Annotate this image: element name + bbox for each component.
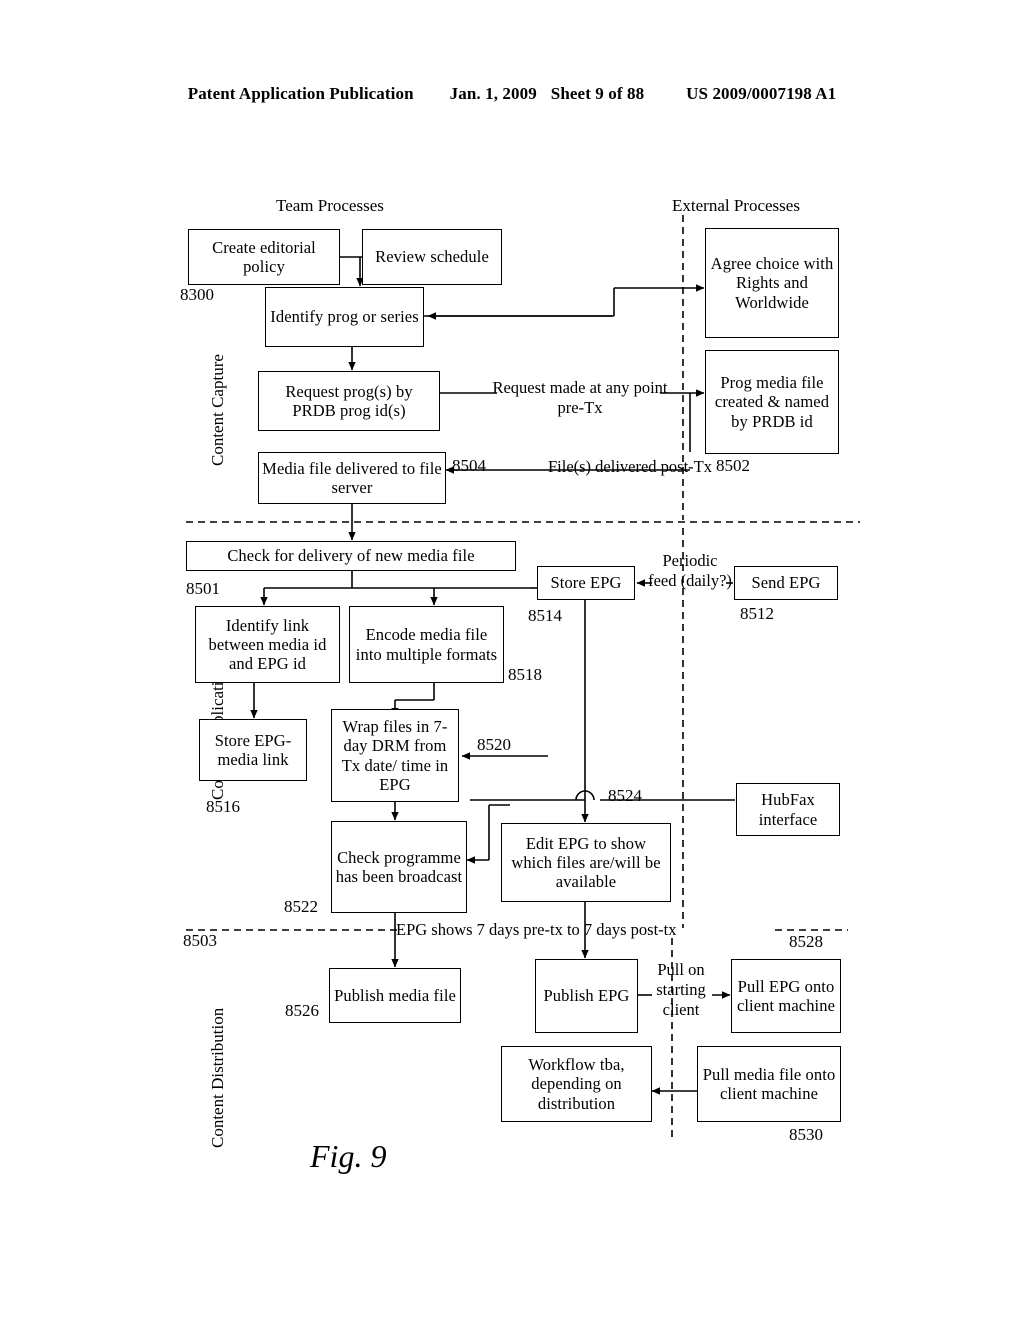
box-media-file-delivered[interactable]: Media file delivered to file server xyxy=(258,452,446,504)
flowchart-connectors xyxy=(186,215,860,1140)
ref-numeral-8503: 8503 xyxy=(183,931,217,950)
box-store-epg[interactable]: Store EPG xyxy=(537,566,635,600)
box-check-programme-broadcast[interactable]: Check programme has been broadcast xyxy=(331,821,467,913)
swimlane-label-content-distribution: Content Distribution xyxy=(208,1007,227,1148)
edge-label-epg-shows-7-days: EPG shows 7 days pre-tx to 7 days post-t… xyxy=(396,920,677,939)
heading-team-processes: Team Processes xyxy=(276,196,384,215)
ref-numeral-8518: 8518 xyxy=(508,665,542,684)
box-create-editorial-policy[interactable]: Create editorial policy xyxy=(188,229,340,285)
box-edit-epg-to-show[interactable]: Edit EPG to show which files are/will be… xyxy=(501,823,671,902)
ref-numeral-8520: 8520 xyxy=(477,735,511,754)
box-review-schedule[interactable]: Review schedule xyxy=(362,229,502,285)
heading-external-processes: External Processes xyxy=(672,196,800,215)
box-publish-epg[interactable]: Publish EPG xyxy=(535,959,638,1033)
ref-numeral-8512: 8512 xyxy=(740,604,774,623)
ref-numeral-8300: 8300 xyxy=(180,285,214,304)
figure-caption: Fig. 9 xyxy=(310,1138,387,1174)
box-hubfax-interface[interactable]: HubFax interface xyxy=(736,783,840,836)
box-pull-media-file-onto-client[interactable]: Pull media file onto client machine xyxy=(697,1046,841,1122)
box-send-epg[interactable]: Send EPG xyxy=(734,566,838,600)
ref-numeral-8522: 8522 xyxy=(284,897,318,916)
wire-hop-8524 xyxy=(575,790,595,801)
ref-numeral-8514: 8514 xyxy=(528,606,562,625)
box-check-for-delivery[interactable]: Check for delivery of new media file xyxy=(186,541,516,571)
box-workflow-tba[interactable]: Workflow tba, depending on distribution xyxy=(501,1046,652,1122)
edge-label-periodic-feed: Periodic feed (daily?) xyxy=(648,551,732,590)
box-wrap-files-drm[interactable]: Wrap files in 7-day DRM from Tx date/ ti… xyxy=(331,709,459,802)
edge-label-files-delivered-post-tx: File(s) delivered post-Tx xyxy=(547,457,713,476)
figure-9-flowchart: Team Processes External Processes Conten… xyxy=(0,0,1024,1320)
box-encode-media[interactable]: Encode media file into multiple formats xyxy=(349,606,504,683)
ref-numeral-8501: 8501 xyxy=(186,579,220,598)
box-agree-choice-rights[interactable]: Agree choice with Rights and Worldwide xyxy=(705,228,839,338)
box-identify-prog-or-series[interactable]: Identify prog or series xyxy=(265,287,424,347)
box-publish-media-file[interactable]: Publish media file xyxy=(329,968,461,1023)
box-request-progs-by-prdb[interactable]: Request prog(s) by PRDB prog id(s) xyxy=(258,371,440,431)
ref-numeral-8504: 8504 xyxy=(452,456,486,475)
box-store-epg-media-link[interactable]: Store EPG-media link xyxy=(199,719,307,781)
ref-numeral-8516: 8516 xyxy=(206,797,240,816)
swimlane-label-content-capture: Content Capture xyxy=(208,354,227,466)
ref-numeral-8528: 8528 xyxy=(789,932,823,951)
box-pull-epg-onto-client[interactable]: Pull EPG onto client machine xyxy=(731,959,841,1033)
edge-label-pull-on-starting-client: Pull on starting client xyxy=(656,960,706,1019)
ref-numeral-8526: 8526 xyxy=(285,1001,319,1020)
ref-numeral-8530: 8530 xyxy=(789,1125,823,1144)
ref-numeral-8502: 8502 xyxy=(716,456,750,475)
box-prog-media-file-created[interactable]: Prog media file created & named by PRDB … xyxy=(705,350,839,454)
ref-numeral-8524: 8524 xyxy=(608,786,642,805)
box-identify-link[interactable]: Identify link between media id and EPG i… xyxy=(195,606,340,683)
edge-label-request-made-pre-tx: Request made at any point pre-Tx xyxy=(492,378,668,417)
